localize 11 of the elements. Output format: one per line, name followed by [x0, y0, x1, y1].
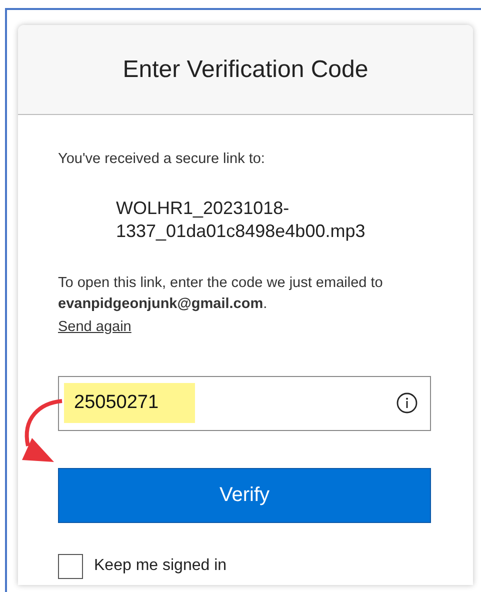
info-icon[interactable]	[396, 392, 418, 414]
arrow-annotation	[20, 398, 64, 465]
file-name: WOLHR1_20231018- 1337_01da01c8498e4b00.mp3	[116, 196, 366, 243]
send-again-link[interactable]: Send again	[58, 318, 132, 335]
checkbox-label[interactable]: Keep me signed in	[94, 554, 227, 578]
dialog-title: Enter Verification Code	[122, 54, 368, 84]
code-input-field[interactable]: 25050271	[58, 376, 431, 431]
verify-button[interactable]: Verify	[58, 468, 431, 523]
checkbox[interactable]	[58, 554, 83, 579]
instructions-text: To open this link, enter the code we just emailed to evanpidgeonjunk@gmail.com.	[58, 274, 384, 314]
intro-text: You've received a secure link to:	[58, 150, 266, 169]
